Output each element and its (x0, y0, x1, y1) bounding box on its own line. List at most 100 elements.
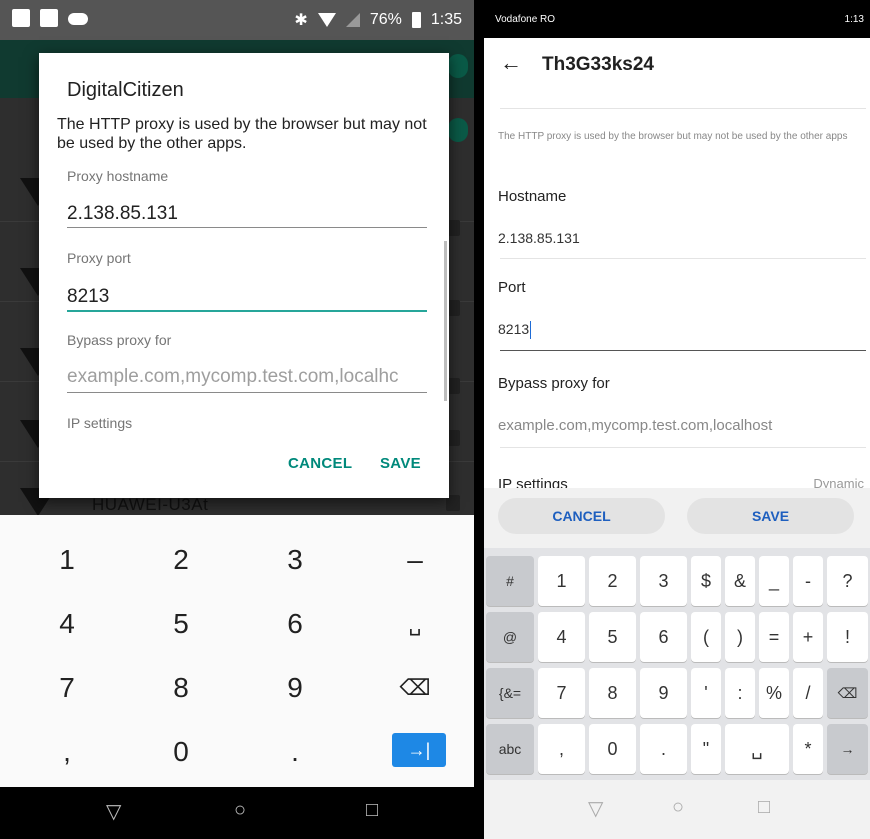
status-bar: Vodafone RO 1:13 (484, 0, 870, 38)
back-arrow-icon[interactable]: ← (500, 50, 522, 76)
key-8[interactable]: 8 (589, 668, 636, 718)
key-9[interactable]: 9 (236, 655, 354, 721)
recents-nav-icon[interactable]: □ (366, 799, 378, 822)
bypass-underline (67, 392, 427, 393)
key-at[interactable]: @ (486, 612, 534, 662)
port-underline (500, 350, 866, 351)
key-minus[interactable]: – (356, 527, 474, 593)
save-button[interactable]: SAVE (687, 498, 854, 534)
port-label: Port (498, 279, 526, 296)
network-title: Th3G33ks24 (542, 54, 654, 75)
backspace-icon[interactable]: ⌫ (356, 655, 474, 721)
key-exclaim[interactable]: ! (827, 612, 868, 662)
bypass-label: Bypass proxy for (498, 375, 610, 392)
key-lparen[interactable]: ( (691, 612, 721, 662)
key-hyphen[interactable]: - (793, 556, 823, 606)
key-0[interactable]: 0 (122, 719, 240, 785)
dialog-scroll-area[interactable]: Proxy hostname 2.138.85.131 Proxy port 8… (39, 163, 449, 435)
back-nav-icon[interactable]: ▽ (588, 796, 603, 821)
key-underscore[interactable]: _ (759, 556, 789, 606)
key-7[interactable]: 7 (8, 655, 126, 721)
left-phone-screen: ✱ 76% 1:35 HUAWEI-U3At DigitalCitizen Th… (0, 0, 474, 839)
hostname-input[interactable]: 2.138.85.131 (498, 230, 580, 246)
key-3[interactable]: 3 (236, 527, 354, 593)
home-nav-icon[interactable]: ○ (672, 796, 684, 819)
key-2[interactable]: 2 (589, 556, 636, 606)
backspace-icon[interactable]: ⌫ (827, 668, 868, 718)
key-ampersand[interactable]: & (725, 556, 755, 606)
key-percent[interactable]: % (759, 668, 789, 718)
recents-nav-icon[interactable]: □ (758, 796, 770, 819)
key-more-symbols[interactable]: {&= (486, 668, 534, 718)
key-abc[interactable]: abc (486, 724, 534, 774)
hostname-input[interactable]: 2.138.85.131 (67, 203, 178, 225)
key-plus[interactable]: + (793, 612, 823, 662)
dialog-title: DigitalCitizen (67, 79, 184, 101)
dialog-buttons: CANCEL SAVE (484, 488, 870, 548)
bypass-input[interactable]: example.com,mycomp.test.com,localhost (498, 417, 772, 434)
key-6[interactable]: 6 (640, 612, 687, 662)
key-3[interactable]: 3 (640, 556, 687, 606)
key-8[interactable]: 8 (122, 655, 240, 721)
key-hash[interactable]: # (486, 556, 534, 606)
bypass-input[interactable]: example.com,mycomp.test.com,localhc (67, 366, 427, 388)
save-button[interactable]: SAVE (380, 455, 421, 472)
key-equals[interactable]: = (759, 612, 789, 662)
key-apostrophe[interactable]: ' (691, 668, 721, 718)
ip-settings-row[interactable]: IP settings Dynamic (498, 476, 864, 488)
space-key-icon[interactable]: ␣ (356, 591, 474, 657)
signal-icon (345, 13, 360, 27)
toggle-icon (448, 118, 468, 142)
key-colon[interactable]: : (725, 668, 755, 718)
hostname-underline (67, 227, 427, 228)
key-4[interactable]: 4 (538, 612, 585, 662)
wifi-icon (317, 13, 336, 27)
key-comma[interactable]: , (538, 724, 585, 774)
text-cursor (530, 321, 532, 340)
ip-settings-label[interactable]: IP settings (67, 415, 132, 431)
key-question[interactable]: ? (827, 556, 868, 606)
status-time: 1:13 (844, 14, 864, 25)
key-0[interactable]: 0 (589, 724, 636, 774)
key-5[interactable]: 5 (589, 612, 636, 662)
cancel-button[interactable]: CANCEL (288, 455, 352, 472)
key-slash[interactable]: / (793, 668, 823, 718)
dialog-message: The HTTP proxy is used by the browser bu… (57, 116, 427, 152)
key-6[interactable]: 6 (236, 591, 354, 657)
ip-settings-value: Dynamic (813, 476, 864, 488)
key-dollar[interactable]: $ (691, 556, 721, 606)
space-key-icon[interactable]: ␣ (725, 724, 789, 774)
key-quote[interactable]: " (691, 724, 721, 774)
key-period[interactable]: . (640, 724, 687, 774)
help-icon (448, 54, 468, 78)
navigation-bar: ▽ ○ □ (484, 780, 870, 839)
key-asterisk[interactable]: * (793, 724, 823, 774)
cancel-button[interactable]: CANCEL (498, 498, 665, 534)
key-5[interactable]: 5 (122, 591, 240, 657)
key-rparen[interactable]: ) (725, 612, 755, 662)
key-period[interactable]: . (236, 719, 354, 785)
numeric-keyboard: 1 2 3 – 4 5 6 ␣ 7 8 9 ⌫ , 0 . →| (0, 515, 474, 787)
port-input[interactable]: 8213 (498, 321, 532, 340)
back-nav-icon[interactable]: ▽ (106, 799, 121, 824)
key-9[interactable]: 9 (640, 668, 687, 718)
key-4[interactable]: 4 (8, 591, 126, 657)
next-key-icon[interactable]: →| (392, 733, 446, 767)
symbol-keyboard: # 1 2 3 $ & _ - ? @ 4 5 6 ( ) = + ! {&= … (484, 548, 870, 780)
proxy-dialog: DigitalCitizen The HTTP proxy is used by… (39, 53, 449, 498)
status-bar: ✱ 76% 1:35 (0, 0, 474, 40)
next-key-icon[interactable]: → (827, 724, 868, 774)
key-1[interactable]: 1 (538, 556, 585, 606)
key-comma[interactable]: , (8, 719, 126, 785)
scrollbar[interactable] (444, 241, 447, 401)
key-1[interactable]: 1 (8, 527, 126, 593)
key-7[interactable]: 7 (538, 668, 585, 718)
network-name[interactable]: HUAWEI-U3At (92, 495, 208, 515)
port-input[interactable]: 8213 (67, 286, 109, 308)
navigation-bar: ▽ ○ □ (0, 787, 474, 839)
key-2[interactable]: 2 (122, 527, 240, 593)
bypass-label: Bypass proxy for (67, 332, 172, 348)
home-nav-icon[interactable]: ○ (234, 799, 246, 822)
app-bar: ← Th3G33ks24 (484, 38, 870, 90)
cloud-icon (68, 13, 88, 25)
